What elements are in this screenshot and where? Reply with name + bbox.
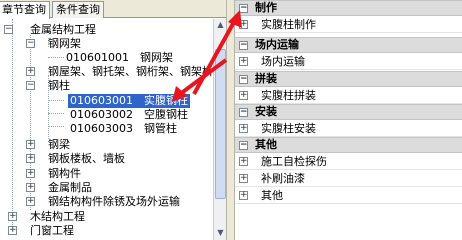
collapse-icon[interactable]: − — [239, 75, 248, 84]
item-row[interactable]: + 实腹柱制作 — [235, 17, 462, 33]
group-title: 安装 — [255, 105, 277, 118]
tree-node-label: 010603001 实腹钢柱 — [70, 94, 188, 107]
tree-node-label: 金属结构工程 — [30, 23, 96, 36]
scroll-down-icon[interactable]: ▼ — [215, 227, 226, 239]
item-row[interactable]: + 补刷油漆 — [235, 171, 462, 187]
collapse-icon[interactable]: − — [239, 108, 248, 117]
tree-node-label: 钢梁 — [48, 138, 70, 151]
tree-leaf-010603001-selected[interactable]: 010603001 实腹钢柱 — [68, 94, 190, 108]
group-title: 制作 — [255, 1, 277, 14]
collapse-icon[interactable]: − — [239, 141, 248, 150]
tree-node-label: 钢屋架、钢托架、钢桁架、钢架桥 — [48, 65, 213, 78]
item-row[interactable]: + 施工自检探伤 — [235, 154, 462, 170]
expand-icon[interactable]: + — [239, 91, 248, 100]
expand-icon[interactable]: + — [8, 212, 17, 221]
group-header-installation[interactable]: − 安装 — [235, 104, 462, 120]
tree-node-label: 门窗工程 — [30, 224, 74, 237]
work-content-panel: − 制作 + 实腹柱制作 − 场内运输 + 场内运输 − 拼装 + 实腹柱拼装 … — [235, 0, 462, 240]
scroll-up-icon[interactable]: ▲ — [215, 19, 226, 31]
item-label: 实腹柱拼装 — [261, 89, 316, 102]
tree-leaf-010601001[interactable]: 010601001 钢网架 — [66, 51, 173, 65]
group-title: 场内运输 — [255, 38, 299, 51]
collapse-icon[interactable]: − — [239, 4, 248, 13]
group-title: 其他 — [255, 138, 277, 151]
item-label: 实腹柱安装 — [261, 122, 316, 135]
collapse-icon[interactable]: − — [26, 81, 35, 90]
tree-node-label: 钢结构构件除锈及场外运输 — [48, 195, 180, 208]
expand-icon[interactable]: + — [239, 124, 248, 133]
item-row[interactable]: + 实腹柱拼装 — [235, 88, 462, 104]
expand-icon[interactable]: + — [239, 174, 248, 183]
tree-node-label: 010603002 空腹钢柱 — [70, 108, 188, 121]
group-title: 拼装 — [255, 72, 277, 85]
tab-condition-query[interactable]: 条件查询 — [52, 1, 104, 18]
tree-node-label: 木结构工程 — [30, 210, 85, 223]
expand-icon[interactable]: + — [239, 191, 248, 200]
scrollbar-thumb[interactable] — [215, 49, 226, 199]
item-row[interactable]: + 其他 — [235, 188, 462, 204]
pane-splitter[interactable] — [226, 0, 235, 240]
tree-leaf-010603002[interactable]: 010603002 空腹钢柱 — [70, 108, 188, 122]
query-tabs: 章节查询 条件查询 — [0, 0, 226, 19]
expand-icon[interactable]: + — [239, 20, 248, 29]
expand-icon[interactable]: + — [26, 67, 35, 76]
expand-icon[interactable]: + — [8, 226, 17, 235]
tree-node-label: 钢板楼板、墙板 — [48, 152, 125, 165]
expand-icon[interactable]: + — [26, 169, 35, 178]
item-row[interactable]: + 实腹柱安装 — [235, 121, 462, 137]
tree-node-label: 钢柱 — [48, 79, 70, 92]
group-header-assembly[interactable]: − 拼装 — [235, 71, 462, 87]
expand-icon[interactable]: + — [239, 157, 248, 166]
collapse-icon[interactable]: − — [239, 41, 248, 50]
group-header-other[interactable]: − 其他 — [235, 137, 462, 153]
tree-node-label: 钢网架 — [48, 37, 81, 50]
item-label: 补刷油漆 — [261, 172, 305, 185]
expand-icon[interactable]: + — [26, 197, 35, 206]
group-header-site-transport[interactable]: − 场内运输 — [235, 37, 462, 53]
collapse-icon[interactable]: − — [26, 39, 35, 48]
tree-node-label: 010603003 钢管柱 — [70, 122, 177, 135]
item-label: 施工自检探伤 — [261, 155, 327, 168]
collapse-icon[interactable]: − — [4, 25, 13, 34]
chapter-tree-pane: 章节查询 条件查询 − 金属结构工程 − 钢网架 010601001 钢网架 +… — [0, 0, 226, 240]
group-header-fabrication[interactable]: − 制作 — [235, 0, 462, 16]
tree-leaf-010603003[interactable]: 010603003 钢管柱 — [70, 122, 177, 136]
item-label: 实腹柱制作 — [261, 18, 316, 31]
tree-node-label: 金属制品 — [48, 181, 92, 194]
expand-icon[interactable]: + — [26, 183, 35, 192]
item-label: 场内运输 — [261, 55, 305, 68]
expand-icon[interactable]: + — [239, 57, 248, 66]
tree-node-label: 010601001 钢网架 — [66, 51, 173, 64]
item-row[interactable]: + 场内运输 — [235, 54, 462, 70]
expand-icon[interactable]: + — [26, 154, 35, 163]
tree-node-label: 钢构件 — [48, 167, 81, 180]
expand-icon[interactable]: + — [26, 140, 35, 149]
item-label: 其他 — [261, 189, 283, 202]
tab-chapter-query[interactable]: 章节查询 — [0, 1, 50, 19]
chapter-tree: − 金属结构工程 − 钢网架 010601001 钢网架 + 钢屋架、钢托架、钢… — [0, 19, 216, 240]
tree-vertical-scrollbar[interactable]: ▲ ▼ — [213, 19, 226, 240]
